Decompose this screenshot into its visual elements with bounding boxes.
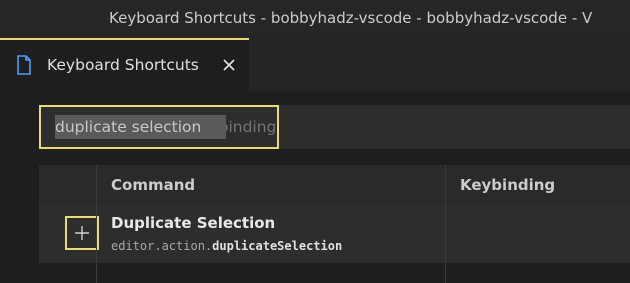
- table-header: Command Keybinding: [39, 165, 630, 205]
- tab-keyboard-shortcuts[interactable]: Keyboard Shortcuts: [0, 38, 249, 91]
- vscode-window: Keyboard Shortcuts - bobbyhadz-vscode - …: [0, 0, 630, 283]
- command-id-name: duplicateSelection: [212, 239, 343, 253]
- search-input[interactable]: [39, 105, 279, 149]
- file-icon: [17, 55, 31, 75]
- tab-bar: Keyboard Shortcuts: [0, 36, 630, 91]
- command-id: editor.action.duplicateSelection: [111, 238, 342, 254]
- plus-icon: [75, 226, 89, 240]
- keybindings-table: Command Keybinding Duplicate Selection e…: [39, 165, 630, 283]
- column-header-keybinding[interactable]: Keybinding: [460, 165, 555, 205]
- row-divider: [445, 205, 446, 263]
- search-bar: duplicate selection: [39, 105, 630, 149]
- tab-label: Keyboard Shortcuts: [47, 56, 199, 74]
- add-keybinding-button[interactable]: [65, 216, 99, 250]
- keybindings-editor: duplicate selection Command Keybinding D…: [0, 91, 630, 283]
- command-title: Duplicate Selection: [111, 214, 276, 232]
- command-id-prefix: editor.action.: [111, 239, 213, 253]
- window-title: Keyboard Shortcuts - bobbyhadz-vscode - …: [109, 9, 593, 27]
- title-bar: Keyboard Shortcuts - bobbyhadz-vscode - …: [0, 0, 630, 36]
- column-header-command[interactable]: Command: [111, 165, 195, 205]
- row-divider: [96, 205, 97, 263]
- table-row[interactable]: Duplicate Selection editor.action.duplic…: [39, 205, 630, 263]
- close-icon[interactable]: [221, 57, 237, 73]
